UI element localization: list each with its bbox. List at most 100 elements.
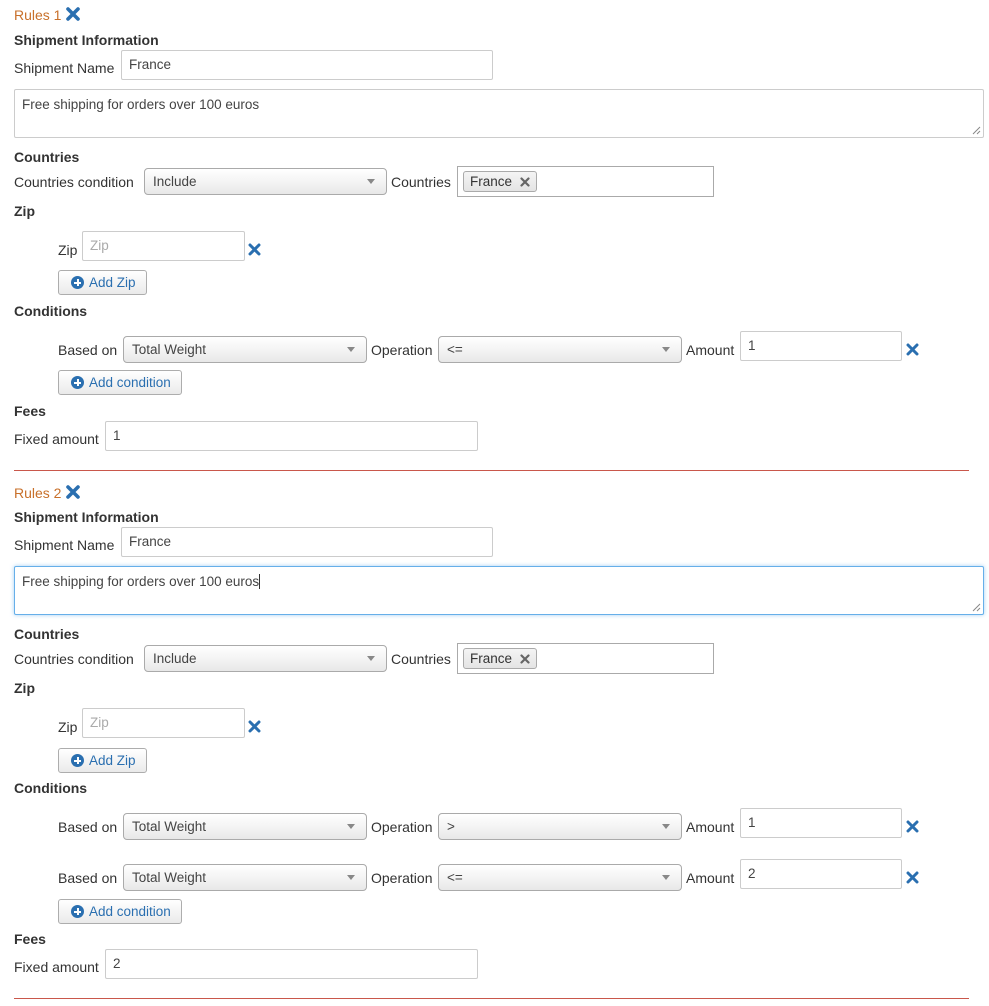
countries-condition-value: Include [153, 651, 197, 666]
based-on-value: Total Weight [132, 819, 207, 834]
operation-select[interactable]: <= [438, 864, 682, 891]
remove-condition-icon[interactable] [906, 871, 919, 884]
plus-circle-icon [71, 376, 84, 389]
chevron-down-icon [662, 824, 670, 829]
countries-field-label: Countries [391, 174, 451, 190]
countries-condition-select[interactable]: Include [144, 168, 387, 195]
amount-input[interactable]: 2 [740, 859, 902, 889]
resize-grip-icon[interactable] [972, 126, 981, 135]
chevron-down-icon [347, 347, 355, 352]
shipment-information-heading: Shipment Information [14, 32, 159, 48]
chevron-down-icon [347, 875, 355, 880]
add-condition-label: Add condition [89, 375, 171, 390]
description-textarea[interactable]: Free shipping for orders over 100 euros [14, 566, 984, 615]
countries-multiselect[interactable]: France [457, 643, 714, 674]
remove-tag-icon[interactable] [520, 177, 530, 187]
zip-heading: Zip [14, 680, 35, 696]
remove-zip-icon[interactable] [248, 243, 261, 256]
operation-value: <= [447, 870, 463, 885]
text-cursor [259, 574, 261, 589]
zip-label: Zip [58, 242, 78, 258]
zip-input[interactable]: Zip [82, 231, 245, 261]
conditions-heading: Conditions [14, 303, 88, 319]
zip-heading: Zip [14, 203, 35, 219]
countries-condition-label: Countries condition [14, 174, 134, 190]
remove-condition-icon[interactable] [906, 343, 919, 356]
fixed-amount-label: Fixed amount [14, 959, 99, 975]
based-on-select[interactable]: Total Weight [123, 336, 367, 363]
remove-rule-icon[interactable] [65, 484, 81, 500]
shipment-name-input[interactable]: France [121, 527, 493, 557]
chevron-down-icon [662, 347, 670, 352]
description-text: Free shipping for orders over 100 euros [22, 574, 260, 589]
operation-label: Operation [371, 819, 433, 835]
amount-label: Amount [686, 342, 735, 358]
country-tag-label: France [470, 651, 513, 666]
countries-condition-value: Include [153, 174, 197, 189]
countries-multiselect[interactable]: France [457, 166, 714, 197]
plus-circle-icon [71, 276, 84, 289]
zip-input[interactable]: Zip [82, 708, 245, 738]
add-condition-button[interactable]: Add condition [58, 899, 182, 924]
plus-circle-icon [71, 905, 84, 918]
zip-label: Zip [58, 719, 78, 735]
based-on-select[interactable]: Total Weight [123, 864, 367, 891]
operation-select[interactable]: > [438, 813, 682, 840]
operation-label: Operation [371, 342, 433, 358]
shipment-name-input[interactable]: France [121, 50, 493, 80]
amount-label: Amount [686, 870, 735, 886]
chevron-down-icon [367, 656, 375, 661]
country-tag-label: France [470, 174, 513, 189]
remove-rule-icon[interactable] [65, 6, 81, 22]
country-tag: France [463, 648, 538, 669]
amount-input[interactable]: 1 [740, 331, 902, 361]
based-on-label: Based on [58, 819, 118, 835]
add-condition-button[interactable]: Add condition [58, 370, 182, 395]
add-zip-label: Add Zip [89, 753, 136, 768]
description-text: Free shipping for orders over 100 euros [22, 97, 260, 112]
remove-zip-icon[interactable] [248, 720, 261, 733]
rule-divider [14, 998, 969, 999]
amount-input[interactable]: 1 [740, 808, 902, 838]
operation-value: <= [447, 342, 463, 357]
shipment-name-label: Shipment Name [14, 537, 115, 553]
chevron-down-icon [662, 875, 670, 880]
based-on-label: Based on [58, 342, 118, 358]
fixed-amount-label: Fixed amount [14, 431, 99, 447]
shipment-name-label: Shipment Name [14, 60, 115, 76]
operation-label: Operation [371, 870, 433, 886]
fees-heading: Fees [14, 403, 46, 419]
based-on-select[interactable]: Total Weight [123, 813, 367, 840]
chevron-down-icon [367, 179, 375, 184]
resize-grip-icon[interactable] [972, 603, 981, 612]
based-on-value: Total Weight [132, 870, 207, 885]
fees-heading: Fees [14, 931, 46, 947]
add-zip-label: Add Zip [89, 275, 136, 290]
rule-title: Rules 2 [14, 485, 62, 501]
countries-field-label: Countries [391, 651, 451, 667]
shipment-information-heading: Shipment Information [14, 509, 159, 525]
based-on-value: Total Weight [132, 342, 207, 357]
add-condition-label: Add condition [89, 904, 171, 919]
countries-heading: Countries [14, 626, 80, 642]
countries-condition-label: Countries condition [14, 651, 134, 667]
remove-condition-icon[interactable] [906, 820, 919, 833]
add-zip-button[interactable]: Add Zip [58, 748, 147, 773]
add-zip-button[interactable]: Add Zip [58, 270, 147, 295]
countries-heading: Countries [14, 149, 80, 165]
conditions-heading: Conditions [14, 780, 88, 796]
countries-condition-select[interactable]: Include [144, 645, 387, 672]
description-textarea[interactable]: Free shipping for orders over 100 euros [14, 89, 984, 138]
plus-circle-icon [71, 754, 84, 767]
rule-divider [14, 470, 969, 471]
country-tag: France [463, 171, 538, 192]
based-on-label: Based on [58, 870, 118, 886]
chevron-down-icon [347, 824, 355, 829]
fixed-amount-input[interactable]: 1 [105, 421, 478, 451]
operation-value: > [447, 819, 455, 834]
fixed-amount-input[interactable]: 2 [105, 949, 478, 979]
amount-label: Amount [686, 819, 735, 835]
rule-title: Rules 1 [14, 7, 62, 23]
remove-tag-icon[interactable] [520, 654, 530, 664]
operation-select[interactable]: <= [438, 336, 682, 363]
